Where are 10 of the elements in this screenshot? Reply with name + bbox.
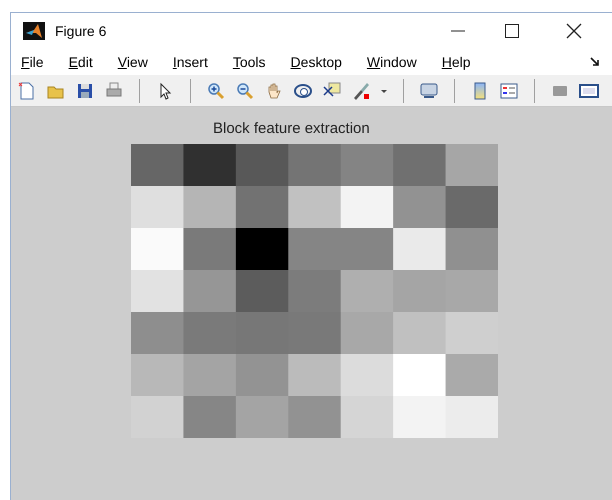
menu-item[interactable]: View (118, 55, 148, 69)
menu-item[interactable]: Window (366, 55, 417, 69)
menu-item[interactable]: Tools (232, 55, 266, 69)
menu-item[interactable]: Desktop (290, 55, 342, 69)
menu-item[interactable]: File (21, 55, 44, 69)
menu-item[interactable]: Help (442, 55, 471, 69)
window-title: Figure 6 (55, 22, 106, 41)
axes-title: Block feature extraction (213, 119, 371, 139)
menu-item[interactable]: Insert (172, 55, 208, 69)
menu-item[interactable]: Edit (68, 55, 93, 69)
